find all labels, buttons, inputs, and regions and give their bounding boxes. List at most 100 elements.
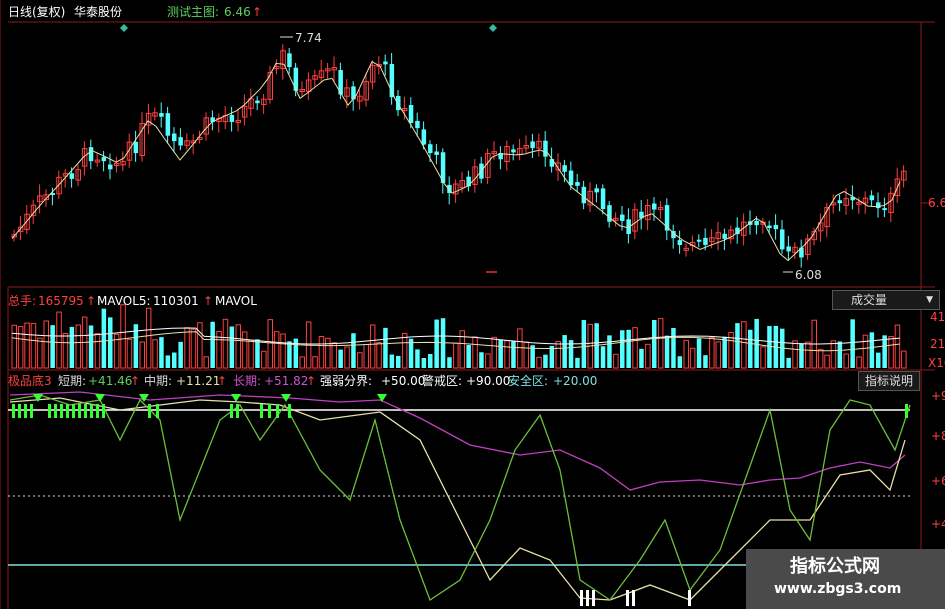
- candle-body: [287, 53, 292, 68]
- volume-bar: [222, 318, 229, 369]
- candle-body: [396, 95, 401, 111]
- volume-bar: [652, 320, 657, 368]
- volume-bar: [145, 307, 152, 369]
- volume-bar: [152, 339, 158, 369]
- volume-total-value: 165795: [38, 294, 84, 308]
- volume-bar: [735, 323, 740, 368]
- candle-body: [88, 147, 94, 162]
- candle-body: [159, 113, 164, 117]
- volume-bar: [894, 324, 901, 369]
- volume-bar: [255, 339, 260, 368]
- stock-chart-window: 日线(复权) 华泰股份 测试主图: 6.46 ↑ 7.74 6.08 6.6 总…: [0, 0, 945, 609]
- signal-bar: [54, 404, 57, 418]
- indicator-value: 6.46: [224, 5, 251, 19]
- candle-body: [600, 188, 606, 210]
- volume-bar: [882, 335, 887, 368]
- signal-arrow-icon: [231, 394, 241, 402]
- signal-bar: [102, 404, 105, 418]
- signal-bar: [48, 404, 51, 418]
- volume-bar: [523, 341, 529, 369]
- volume-total-label: 总手:: [8, 294, 37, 308]
- volume-bar: [75, 324, 81, 369]
- chevron-down-icon: ▼: [926, 295, 933, 305]
- candle-body: [876, 202, 881, 209]
- mavol5-label: MAVOL5:: [97, 294, 151, 308]
- volume-bar: [664, 335, 670, 368]
- signal-bar: [156, 404, 159, 418]
- candle-body: [620, 214, 625, 221]
- volume-indicator-dropdown[interactable]: 成交量 ▼: [832, 290, 940, 310]
- candle-body: [408, 105, 414, 123]
- volume-bar: [799, 343, 804, 368]
- signal-bar: [84, 404, 87, 418]
- volume-bar: [30, 323, 37, 369]
- indicator-name: 测试主图:: [167, 5, 220, 19]
- help-button-label: 指标说明: [865, 374, 914, 388]
- up-arrow-icon: ↑: [306, 374, 317, 388]
- indicator-panel-name: 极品底3: [8, 374, 52, 388]
- candle-body: [165, 113, 171, 136]
- candle-body: [568, 170, 574, 186]
- volume-bar: [562, 335, 567, 368]
- volume-bar: [555, 340, 561, 369]
- volume-bar: [62, 332, 69, 369]
- candle-body: [594, 188, 599, 193]
- signal-bar: [30, 404, 33, 418]
- volume-bar: [351, 333, 356, 368]
- strong-weak-value: +50.00: [381, 374, 426, 388]
- signal-bar: [78, 404, 81, 418]
- signal-bar: [905, 404, 908, 418]
- volume-bar: [850, 319, 855, 368]
- signal-bar: [66, 404, 69, 418]
- candle-body: [882, 208, 887, 211]
- volume-bar: [56, 311, 62, 369]
- candle-body: [780, 229, 785, 250]
- volume-bar: [792, 340, 798, 369]
- candle-body: [703, 237, 708, 245]
- volume-bar: [120, 304, 126, 369]
- volume-bar: [376, 342, 382, 369]
- volume-bar: [37, 337, 43, 369]
- volume-bar: [203, 356, 209, 369]
- volume-bar: [511, 341, 516, 368]
- candle-body: [581, 186, 587, 204]
- indicator-help-button[interactable]: 指标说明: [858, 371, 921, 391]
- signal-bar: [288, 404, 291, 418]
- warning-zone-value: +90.00: [466, 374, 511, 388]
- volume-bar: [703, 355, 708, 368]
- up-arrow-icon: ↑: [252, 5, 263, 19]
- up-arrow-icon: ↑: [86, 294, 97, 308]
- candle-body: [133, 141, 139, 154]
- volume-bar: [261, 350, 267, 369]
- volume-bar: [165, 355, 171, 368]
- volume-bar: [421, 357, 427, 368]
- long-term-value: +51.82: [264, 374, 309, 388]
- volume-bar: [722, 336, 727, 368]
- marker-diamond-icon: [120, 24, 128, 32]
- volume-bar: [235, 324, 241, 369]
- up-arrow-icon: ↑: [130, 374, 141, 388]
- volume-bar: [280, 333, 286, 369]
- bottom-signal-bar: [626, 590, 629, 606]
- volume-bar: [843, 353, 849, 369]
- candle-body: [722, 233, 727, 239]
- volume-bar: [639, 348, 644, 368]
- volume-bar: [434, 319, 439, 368]
- signal-bar: [18, 404, 21, 418]
- candle-body: [786, 246, 791, 252]
- volume-bar: [338, 349, 343, 368]
- volume-bar: [817, 348, 824, 369]
- up-arrow-icon: ↑: [203, 294, 214, 308]
- mavol-label: MAVOL: [215, 294, 257, 308]
- volume-bar: [344, 346, 350, 369]
- volume-bar: [491, 336, 497, 369]
- signal-bar: [260, 404, 263, 418]
- volume-bar: [517, 328, 523, 369]
- volume-bar: [754, 318, 759, 368]
- volume-bar: [901, 350, 907, 369]
- candle-body: [69, 173, 75, 179]
- volume-bar: [415, 349, 420, 368]
- stock-name: 华泰股份: [74, 5, 123, 19]
- long-term-label: 长期:: [233, 374, 262, 388]
- safe-zone-value: +20.00: [553, 374, 598, 388]
